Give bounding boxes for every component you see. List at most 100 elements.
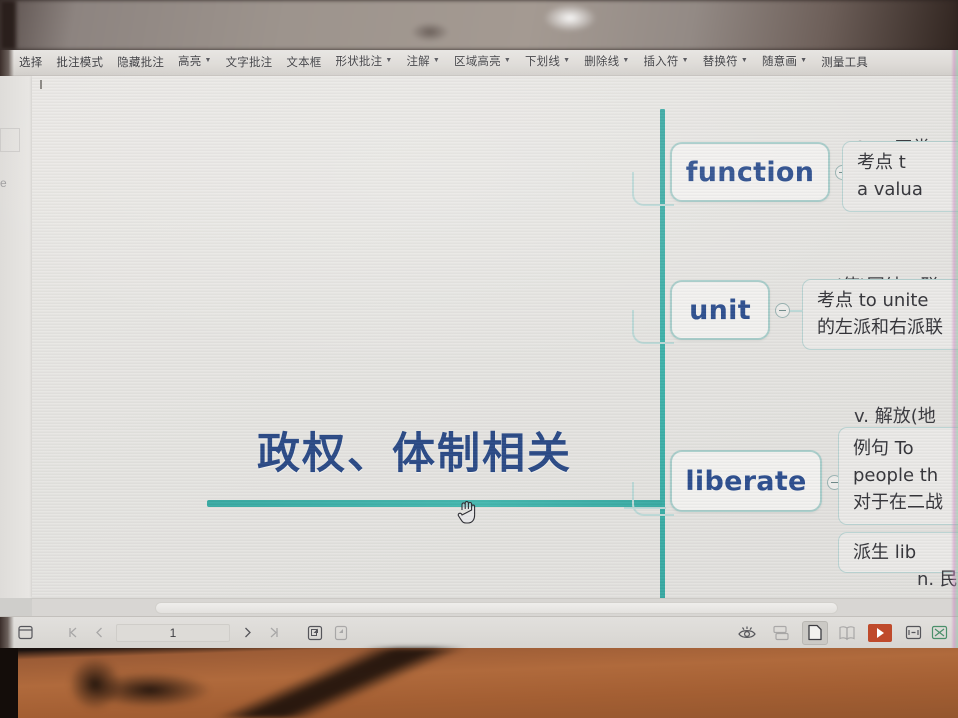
single-page-mode-glyph — [808, 624, 822, 641]
chevron-down-icon[interactable]: ▼ — [741, 57, 748, 64]
mindmap-root-title[interactable]: 政权、体制相关 — [257, 419, 572, 481]
fullscreen-icon[interactable] — [926, 621, 952, 645]
toolbar-item-strikethrough[interactable]: 删除线 ▼ — [577, 50, 636, 77]
previous-page-icon[interactable] — [86, 621, 112, 645]
detail-card-unit[interactable]: 考点 to unite 的左派和右派联 — [802, 279, 958, 350]
detail-card-line: 考点 t — [857, 152, 906, 173]
toolbar-item-text-box[interactable]: 文本框 — [279, 50, 328, 76]
toolbar-item-label: 测量工具 — [821, 56, 869, 69]
previous-page-glyph — [95, 627, 102, 638]
collapse-toggle-unit[interactable] — [775, 303, 790, 318]
toolbar-item-label: 替换符 — [702, 55, 738, 68]
toolbar-item-hide-annotations[interactable]: 隐藏批注 — [110, 50, 171, 76]
first-page-icon[interactable] — [60, 621, 86, 645]
toolbar-item-measure-tool[interactable]: 测量工具 — [814, 50, 875, 76]
horizontal-scrollbar-track[interactable] — [32, 598, 958, 616]
fit-actual-size-glyph — [905, 625, 921, 640]
fit-page-glyph — [307, 625, 323, 640]
toolbar-item-label: 形状批注 — [335, 55, 383, 68]
chevron-down-icon[interactable]: ▼ — [682, 57, 689, 64]
horizontal-scrollbar-thumb[interactable] — [155, 602, 838, 614]
toolbar-item-label: 删除线 — [584, 55, 620, 68]
mindmap-node-function[interactable]: function — [670, 142, 830, 202]
detail-card-line: 派生 lib — [853, 542, 917, 563]
chevron-down-icon[interactable]: ▼ — [563, 57, 570, 64]
card-stub-unit — [790, 310, 802, 312]
detail-card-line: people th — [853, 465, 939, 486]
mindmap-node-unit[interactable]: unit — [670, 280, 770, 340]
scroll-mode-glyph — [773, 625, 789, 640]
toolbar-item-annotate-mode[interactable]: 批注模式 — [49, 50, 110, 76]
presentation-play-button[interactable] — [868, 623, 892, 642]
fit-width-icon[interactable] — [328, 621, 354, 645]
chevron-down-icon[interactable]: ▼ — [504, 57, 511, 64]
toolbar-item-replace-mark[interactable]: 替换符 ▼ — [696, 50, 755, 77]
toolbar-item-label: 下划线 — [524, 55, 561, 68]
annotation-toolbar: 选择 批注模式 隐藏批注 高亮 ▼ 文字批注 文本框 形状批注 ▼ 注解 ▼ 区… — [0, 50, 958, 76]
detail-card-function[interactable]: 考点 t a valua — [842, 141, 958, 212]
next-page-icon[interactable] — [234, 621, 260, 645]
sidebar-toggle-icon[interactable] — [12, 621, 38, 645]
branch-elbow-unit — [632, 310, 674, 344]
toolbar-item-highlight[interactable]: 高亮 ▼ — [171, 50, 219, 77]
fullscreen-glyph — [931, 625, 947, 640]
photo-background-top — [0, 0, 958, 50]
first-page-glyph — [68, 627, 76, 638]
toolbar-item-area-highlight[interactable]: 区域高亮 ▼ — [447, 50, 518, 77]
mindmap-node-liberate[interactable]: liberate — [670, 450, 822, 512]
fit-actual-size-icon[interactable] — [900, 621, 926, 645]
double-page-mode-glyph — [839, 625, 855, 640]
branch-elbow-function — [632, 172, 674, 206]
toolbar-item-text-annotation[interactable]: 文字批注 — [219, 50, 280, 76]
toolbar-item-label: 隐藏批注 — [117, 56, 165, 69]
chevron-down-icon[interactable]: ▼ — [622, 57, 629, 64]
next-page-glyph — [244, 627, 251, 638]
bottom-status-bar: 1 — [0, 616, 958, 648]
definition-label-liberate: v. 解放(地 — [854, 406, 936, 427]
page-boundary-tick — [40, 80, 42, 89]
photo-background-bottom-left-edge — [0, 648, 18, 718]
play-triangle-icon — [876, 627, 884, 638]
chevron-down-icon[interactable]: ▼ — [385, 57, 392, 64]
eye-protection-glyph — [738, 626, 756, 638]
detail-card-liberate-example[interactable]: 例句 To people th 对于在二战 — [838, 427, 958, 525]
page-number-input[interactable]: 1 — [116, 623, 230, 642]
toolbar-item-freehand-draw[interactable]: 随意画 ▼ — [755, 50, 814, 77]
toolbar-item-label: 区域高亮 — [454, 55, 501, 68]
last-page-icon[interactable] — [260, 621, 286, 645]
chevron-down-icon[interactable]: ▼ — [800, 57, 807, 64]
page-left-margin — [0, 76, 32, 598]
detail-card-line: 的左派和右派联 — [817, 317, 943, 338]
photo-of-screen-frame: 选择 批注模式 隐藏批注 高亮 ▼ 文字批注 文本框 形状批注 ▼ 注解 ▼ 区… — [0, 0, 958, 718]
single-page-mode-icon[interactable] — [802, 620, 828, 645]
mindmap-root-underline — [207, 500, 662, 507]
toolbar-item-shape-annotation[interactable]: 形状批注 ▼ — [329, 50, 400, 77]
toolbar-item-label: 批注模式 — [56, 56, 104, 69]
double-page-mode-icon[interactable] — [834, 621, 860, 645]
definition-label-next-branch: n. 民 — [917, 569, 958, 590]
last-page-glyph — [270, 627, 278, 638]
offscreen-node-fragment-upper — [0, 128, 20, 152]
toolbar-item-label: 随意画 — [761, 55, 798, 68]
photo-background-bottom — [0, 648, 958, 718]
toolbar-item-label: 插入符 — [643, 55, 679, 68]
sidebar-toggle-glyph — [17, 625, 33, 640]
toolbar-item-insert-mark[interactable]: 插入符 ▼ — [636, 50, 695, 77]
eye-protection-icon[interactable] — [734, 621, 760, 645]
document-canvas[interactable]: e 政权、体制相关 ① v. 正常 function 考点 t a valua — [0, 76, 958, 616]
pdf-reader-window: 选择 批注模式 隐藏批注 高亮 ▼ 文字批注 文本框 形状批注 ▼ 注解 ▼ 区… — [0, 50, 958, 648]
toolbar-item-note[interactable]: 注解 ▼ — [399, 50, 447, 77]
detail-card-line: 例句 To — [853, 438, 914, 459]
detail-card-line: a valua — [857, 179, 923, 200]
detail-card-line: 考点 to unite — [817, 290, 929, 311]
chevron-down-icon[interactable]: ▼ — [433, 57, 440, 64]
toolbar-item-select[interactable]: 选择 — [12, 50, 49, 76]
toolbar-item-label: 选择 — [19, 56, 43, 69]
chevron-down-icon[interactable]: ▼ — [204, 57, 211, 64]
scroll-mode-icon[interactable] — [768, 621, 794, 645]
detail-card-line: 对于在二战 — [853, 492, 943, 513]
offscreen-node-fragment-lower: e — [0, 176, 7, 190]
fit-page-icon[interactable] — [302, 621, 328, 645]
page-number-value: 1 — [169, 625, 177, 640]
toolbar-item-underline[interactable]: 下划线 ▼ — [518, 50, 577, 77]
